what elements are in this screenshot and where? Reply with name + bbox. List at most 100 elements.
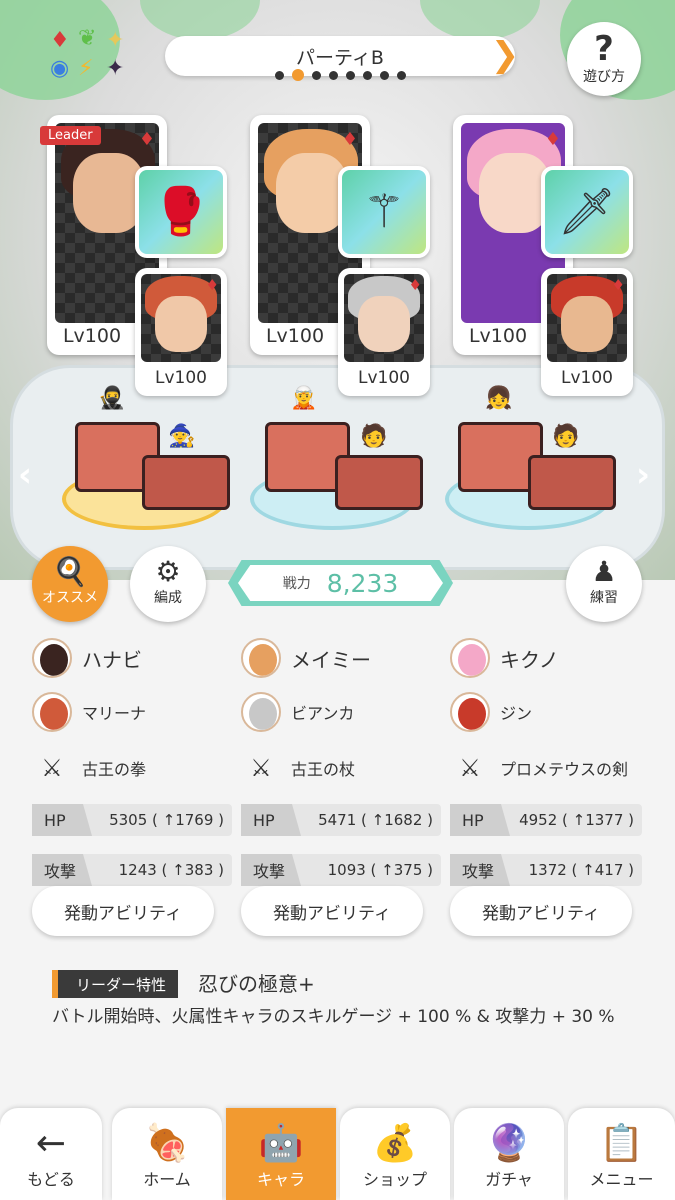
page-dot[interactable]	[328, 70, 338, 80]
sub-character-card-2[interactable]: ♦ Lv100	[338, 268, 430, 396]
fire-element-icon: ♦	[138, 129, 155, 150]
page-dot[interactable]	[379, 70, 389, 80]
page-dot[interactable]	[362, 70, 372, 80]
formation-button[interactable]: ⚙ 編成	[130, 546, 206, 622]
ability-button-3[interactable]: 発動アビリティ	[450, 886, 632, 936]
hp-stat: HP 5471 ( ↑1682 )	[241, 804, 441, 836]
ability-button-label: 発動アビリティ	[273, 903, 391, 924]
member-name-row[interactable]: キクノ	[450, 632, 642, 684]
character-level: Lv100	[155, 368, 207, 388]
staff-icon: ⚚	[363, 184, 405, 238]
nav-back[interactable]: ← もどる	[0, 1108, 102, 1200]
pixel-character-sprite[interactable]: 👧	[485, 386, 512, 411]
thunder-element-icon: ⚡	[78, 56, 94, 81]
hp-value: 5305 ( ↑1769 )	[109, 811, 224, 829]
sword-icon: 🗡	[557, 184, 617, 238]
member-column-3: キクノ ジン ⚔ プロメテウスの剣 HP 4952 ( ↑1377 ) 攻撃 1…	[450, 632, 642, 886]
practice-button[interactable]: ♟ 練習	[566, 546, 642, 622]
help-button[interactable]: ? 遊び方	[567, 22, 641, 96]
leader-skill-description: バトル開始時、火属性キャラのスキルゲージ + 100 % & 攻撃力 + 30 …	[52, 1007, 615, 1027]
fire-element-icon: ♦	[408, 276, 422, 294]
sub-member-avatar	[32, 692, 72, 732]
menu-icon: 📋	[599, 1123, 644, 1164]
attack-label: 攻撃	[241, 854, 301, 886]
page-dot[interactable]	[311, 70, 321, 80]
equipment-slot-2[interactable]: ⚚	[338, 166, 430, 258]
member-name-row[interactable]: メイミー	[241, 632, 441, 684]
scroll-right-icon[interactable]: ›	[636, 455, 650, 495]
member-avatar	[32, 638, 72, 678]
attack-value: 1093 ( ↑375 )	[327, 861, 433, 879]
pixel-block	[335, 455, 423, 510]
attack-value: 1243 ( ↑383 )	[118, 861, 224, 879]
gauntlet-icon: 🥊	[152, 184, 210, 238]
nav-home[interactable]: 🍖 ホーム	[112, 1108, 222, 1200]
member-name: キクノ	[500, 647, 559, 672]
sub-member-row[interactable]: ビアンカ	[241, 684, 441, 740]
recommend-icon: 🍳	[52, 555, 88, 588]
nav-label: ホーム	[143, 1170, 191, 1189]
equipment-name: 古王の拳	[82, 760, 147, 779]
nav-character[interactable]: 🤖 キャラ	[226, 1108, 336, 1200]
sub-member-name: ビアンカ	[291, 704, 355, 723]
character-level: Lv100	[468, 325, 528, 347]
character-level: Lv100	[265, 325, 325, 347]
hp-value: 4952 ( ↑1377 )	[519, 811, 634, 829]
bush-decoration	[420, 0, 540, 40]
recommend-label: オススメ	[42, 590, 98, 606]
weapon-icon: ⚔	[250, 754, 272, 782]
member-column-2: メイミー ビアンカ ⚔ 古王の杖 HP 5471 ( ↑1682 ) 攻撃 10…	[241, 632, 441, 886]
character-level: Lv100	[561, 368, 613, 388]
sub-character-card-1[interactable]: ♦ Lv100	[135, 268, 227, 396]
attack-value: 1372 ( ↑417 )	[528, 861, 634, 879]
sub-member-name: ジン	[500, 704, 533, 723]
pixel-character-sprite[interactable]: 🧙	[168, 424, 195, 449]
pixel-character-sprite[interactable]: 🥷	[98, 386, 125, 411]
equipment-slot-1[interactable]: 🥊	[135, 166, 227, 258]
equipment-row[interactable]: ⚔ プロメテウスの剣	[450, 740, 642, 796]
party-next-arrow[interactable]: ❯	[490, 36, 520, 76]
shop-icon: 💰	[372, 1123, 418, 1164]
equipment-row[interactable]: ⚔ 古王の拳	[32, 740, 232, 796]
question-icon: ?	[594, 29, 614, 69]
member-avatar	[241, 638, 281, 678]
nav-label: メニュー	[589, 1170, 654, 1189]
ability-button-2[interactable]: 発動アビリティ	[241, 886, 423, 936]
nav-label: キャラ	[256, 1170, 305, 1189]
power-value: 8,233	[326, 568, 399, 598]
sub-member-avatar	[450, 692, 490, 732]
equipment-name: プロメテウスの剣	[500, 760, 629, 779]
leader-trait-label: リーダー特性	[52, 970, 179, 998]
character-icon: 🤖	[258, 1123, 304, 1164]
pixel-character-sprite[interactable]: 🧝	[290, 386, 317, 411]
nav-gacha[interactable]: 🔮 ガチャ	[454, 1108, 564, 1200]
scroll-left-icon[interactable]: ‹	[18, 455, 32, 495]
fire-element-icon: ♦	[341, 129, 358, 150]
equipment-slot-3[interactable]: 🗡	[541, 166, 633, 258]
page-dot[interactable]	[396, 70, 406, 80]
hp-stat: HP 5305 ( ↑1769 )	[32, 804, 232, 836]
nav-menu[interactable]: 📋 メニュー	[568, 1108, 675, 1200]
sub-member-row[interactable]: マリーナ	[32, 684, 232, 740]
ability-button-1[interactable]: 発動アビリティ	[32, 886, 214, 936]
character-level: Lv100	[358, 368, 410, 388]
page-dot[interactable]	[345, 70, 355, 80]
attack-label: 攻撃	[32, 854, 92, 886]
equipment-row[interactable]: ⚔ 古王の杖	[241, 740, 441, 796]
page-dot[interactable]	[274, 70, 284, 80]
hp-label: HP	[32, 804, 92, 836]
pixel-block	[528, 455, 616, 510]
pixel-character-sprite[interactable]: 🧑	[360, 424, 387, 449]
practice-label: 練習	[590, 590, 618, 606]
pixel-character-sprite[interactable]: 🧑	[552, 424, 579, 449]
page-dot-active[interactable]	[291, 69, 304, 81]
recommend-button[interactable]: 🍳 オススメ	[32, 546, 108, 622]
sub-member-row[interactable]: ジン	[450, 684, 642, 740]
party-scene: ♦ ❦ ✦ ◉ ⚡ ✦ ❮ パーティB ❯ ? 遊び方 ♦ Lv100 Lead…	[0, 0, 675, 580]
equipment-name: 古王の杖	[291, 760, 356, 779]
member-name-row[interactable]: ハナビ	[32, 632, 232, 684]
sub-member-avatar	[241, 692, 281, 732]
nav-shop[interactable]: 💰 ショップ	[340, 1108, 450, 1200]
sub-member-name: マリーナ	[82, 704, 147, 723]
sub-character-card-3[interactable]: ♦ Lv100	[541, 268, 633, 396]
